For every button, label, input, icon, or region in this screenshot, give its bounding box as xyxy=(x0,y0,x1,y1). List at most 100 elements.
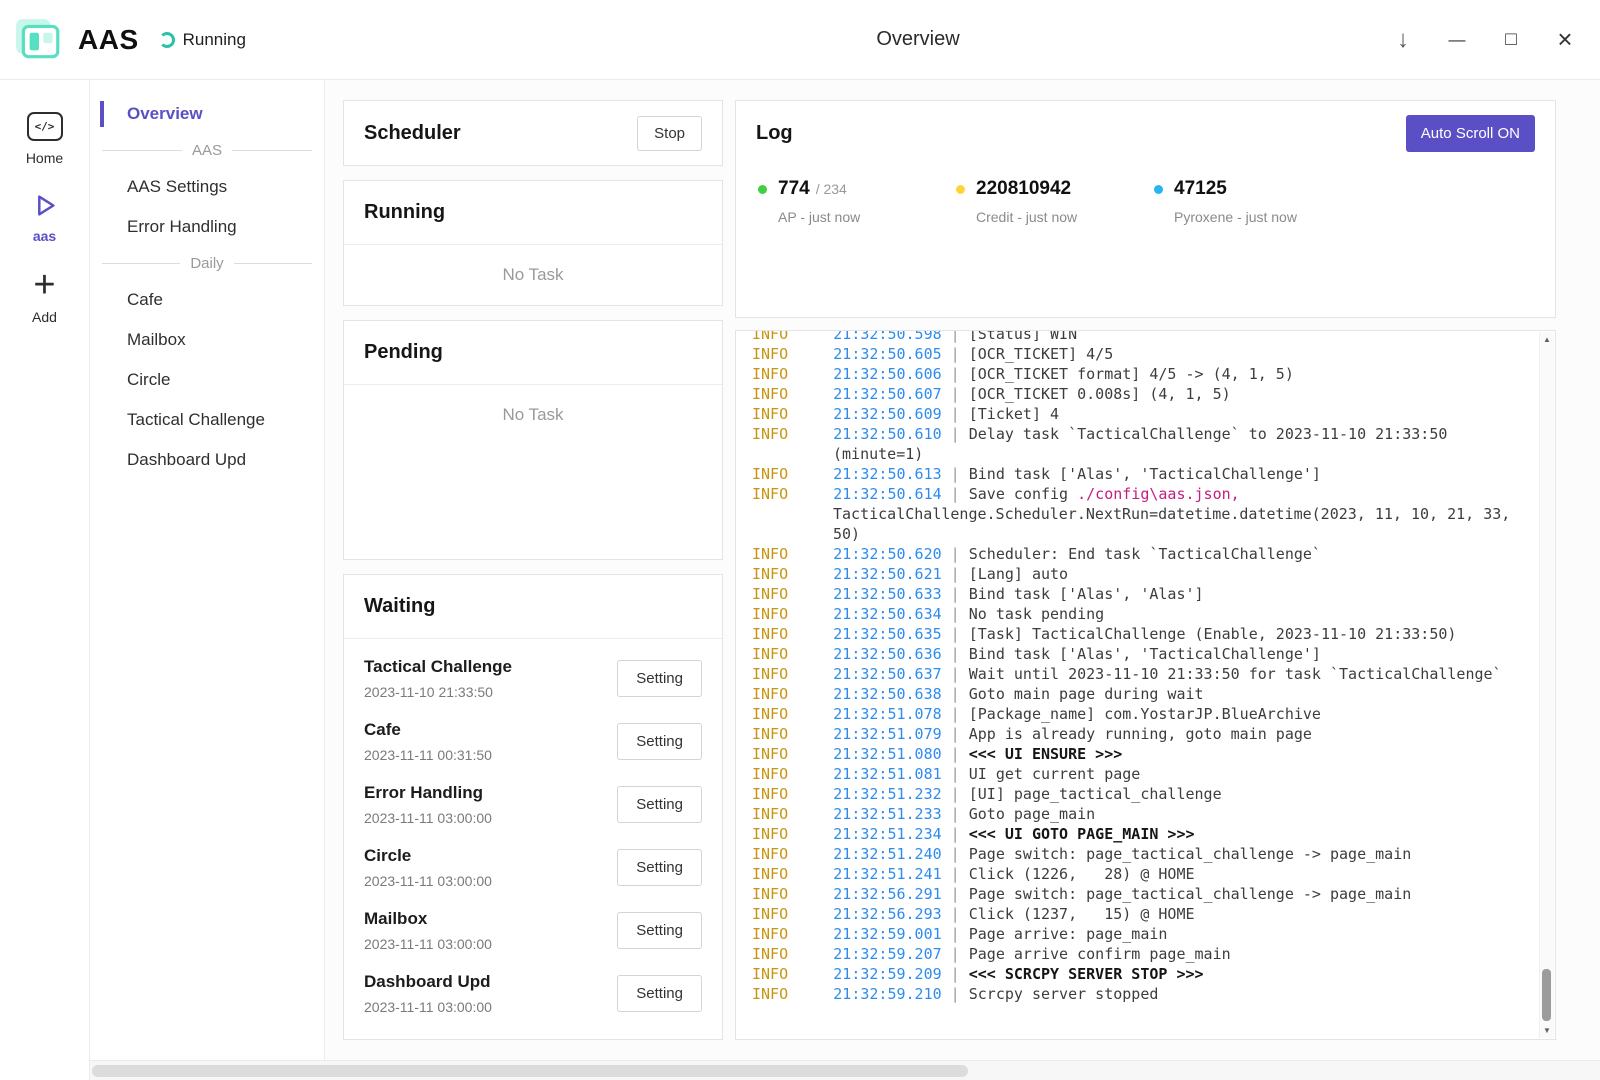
task-info: Dashboard Upd2023-11-11 03:00:00 xyxy=(364,972,492,1015)
sidebar-item-aas-settings[interactable]: AAS Settings xyxy=(90,167,324,207)
iconbar-item-label: Home xyxy=(26,150,63,166)
task-name: Error Handling xyxy=(364,783,492,803)
minimize-button[interactable]: — xyxy=(1430,17,1484,63)
log-separator: | xyxy=(942,705,969,723)
log-message: ./config\aas.json, xyxy=(1077,485,1240,503)
plus-icon: + xyxy=(33,270,55,300)
close-button[interactable]: × xyxy=(1538,17,1592,63)
scroll-down-arrow-icon[interactable]: ▼ xyxy=(1543,1026,1551,1035)
log-message: Goto main page during wait xyxy=(969,685,1204,703)
divider-line xyxy=(102,150,182,151)
log-time: 21:32:50.605 xyxy=(833,345,941,363)
app-window: AAS Running Overview ↓ — □ × </>Home aas +… xyxy=(0,0,1600,1080)
iconbar-item-aas[interactable]: aas xyxy=(0,180,89,258)
log-separator: | xyxy=(942,765,969,783)
log-time: 21:32:51.079 xyxy=(833,725,941,743)
task-setting-button[interactable]: Setting xyxy=(617,849,702,886)
log-line: INFO 21:32:50.634 | No task pending xyxy=(752,604,1515,624)
icon-sidebar: </>Home aas +Add xyxy=(0,80,90,1080)
log-separator: | xyxy=(942,645,969,663)
horizontal-scrollbar[interactable] xyxy=(90,1060,1600,1080)
stat-dot-icon xyxy=(956,185,965,194)
log-line: INFO 21:32:59.207 | Page arrive confirm … xyxy=(752,944,1515,964)
maximize-button[interactable]: □ xyxy=(1484,17,1538,63)
content-row: OverviewAASAAS SettingsError HandlingDai… xyxy=(90,80,1600,1060)
waiting-task-row: Tactical Challenge2023-11-10 21:33:50Set… xyxy=(364,647,702,710)
sidebar-item-dashboard-upd[interactable]: Dashboard Upd xyxy=(90,440,324,480)
stat-value-row: 47125 xyxy=(1174,178,1297,200)
log-time: 21:32:50.638 xyxy=(833,685,941,703)
scroll-up-arrow-icon[interactable]: ▲ xyxy=(1543,335,1551,344)
log-level: INFO xyxy=(752,685,833,703)
sidebar-item-tactical-challenge[interactable]: Tactical Challenge xyxy=(90,400,324,440)
waiting-task-row: Cafe2023-11-11 00:31:50Setting xyxy=(364,710,702,773)
log-separator: | xyxy=(942,825,969,843)
task-setting-button[interactable]: Setting xyxy=(617,723,702,760)
log-level: INFO xyxy=(752,385,833,403)
log-line: INFO 21:32:51.234 | <<< UI GOTO PAGE_MAI… xyxy=(752,824,1515,844)
sidebar-section-aas: AAS xyxy=(102,142,312,159)
log-message: <<< SCRCPY SERVER STOP >>> xyxy=(969,965,1204,983)
waiting-task-row: Error Handling2023-11-11 03:00:00Setting xyxy=(364,773,702,836)
stat-value: 774 xyxy=(778,178,810,200)
task-name: Mailbox xyxy=(364,909,492,929)
minimize-icon: — xyxy=(1449,30,1466,50)
sidebar-section-daily: Daily xyxy=(102,255,312,272)
sidebar-item-cafe[interactable]: Cafe xyxy=(90,280,324,320)
log-separator: | xyxy=(942,925,969,943)
log-message: [Status] WIN xyxy=(969,330,1077,343)
log-card: Log Auto Scroll ON 774/ 234AP - just now… xyxy=(735,100,1556,318)
update-button[interactable]: ↓ xyxy=(1376,17,1430,63)
task-setting-button[interactable]: Setting xyxy=(617,660,702,697)
sidebar-item-circle[interactable]: Circle xyxy=(90,360,324,400)
log-separator: | xyxy=(942,985,969,1003)
task-setting-button[interactable]: Setting xyxy=(617,912,702,949)
horizontal-scrollbar-thumb[interactable] xyxy=(92,1065,968,1077)
log-separator: | xyxy=(942,805,969,823)
log-separator: | xyxy=(942,725,969,743)
log-line: INFO 21:32:50.621 | [Lang] auto xyxy=(752,564,1515,584)
sidebar-item-error-handling[interactable]: Error Handling xyxy=(90,207,324,247)
log-time: 21:32:51.234 xyxy=(833,825,941,843)
log-message: No task pending xyxy=(969,605,1104,623)
log-separator: | xyxy=(942,845,969,863)
log-title: Log xyxy=(756,122,793,145)
iconbar-item-label: aas xyxy=(33,228,56,244)
brand: AAS Running xyxy=(14,15,246,65)
task-next-run-time: 2023-11-11 00:31:50 xyxy=(364,747,492,763)
iconbar-item-home[interactable]: </>Home xyxy=(0,100,89,180)
log-scrollbar-thumb[interactable] xyxy=(1542,969,1551,1021)
log-line: INFO 21:32:51.079 | App is already runni… xyxy=(752,724,1515,744)
sidebar-item-mailbox[interactable]: Mailbox xyxy=(90,320,324,360)
log-scrollbar[interactable]: ▲ ▼ xyxy=(1539,332,1554,1038)
stop-button[interactable]: Stop xyxy=(637,116,702,151)
task-setting-button[interactable]: Setting xyxy=(617,975,702,1012)
auto-scroll-button[interactable]: Auto Scroll ON xyxy=(1406,115,1535,152)
log-message: [OCR_TICKET format] 4/5 -> (4, 1, 5) xyxy=(969,365,1294,383)
log-level: INFO xyxy=(752,645,833,663)
log-level: INFO xyxy=(752,705,833,723)
iconbar-item-add[interactable]: +Add xyxy=(0,258,89,339)
task-info: Mailbox2023-11-11 03:00:00 xyxy=(364,909,492,952)
log-time: 21:32:56.293 xyxy=(833,905,941,923)
log-message: <<< UI GOTO PAGE_MAIN >>> xyxy=(969,825,1195,843)
log-line: INFO 21:32:50.607 | [OCR_TICKET 0.008s] … xyxy=(752,384,1515,404)
log-separator: | xyxy=(942,405,969,423)
waiting-header: Waiting xyxy=(344,575,722,639)
log-time: 21:32:56.291 xyxy=(833,885,941,903)
stat-value-row: 220810942 xyxy=(976,178,1077,200)
sidebar-item-overview[interactable]: Overview xyxy=(90,94,324,134)
stat-caption: AP - just now xyxy=(778,209,860,225)
log-level: INFO xyxy=(752,465,833,483)
log-level: INFO xyxy=(752,605,833,623)
waiting-title: Waiting xyxy=(364,595,435,618)
log-level: INFO xyxy=(752,665,833,683)
pending-header: Pending xyxy=(344,321,722,385)
log-time: 21:32:51.240 xyxy=(833,845,941,863)
log-message: Bind task ['Alas', 'TacticalChallenge'] xyxy=(969,645,1321,663)
log-separator: | xyxy=(942,385,969,403)
divider-line xyxy=(234,263,312,264)
log-time: 21:32:51.232 xyxy=(833,785,941,803)
log-message: [OCR_TICKET] 4/5 xyxy=(969,345,1114,363)
task-setting-button[interactable]: Setting xyxy=(617,786,702,823)
